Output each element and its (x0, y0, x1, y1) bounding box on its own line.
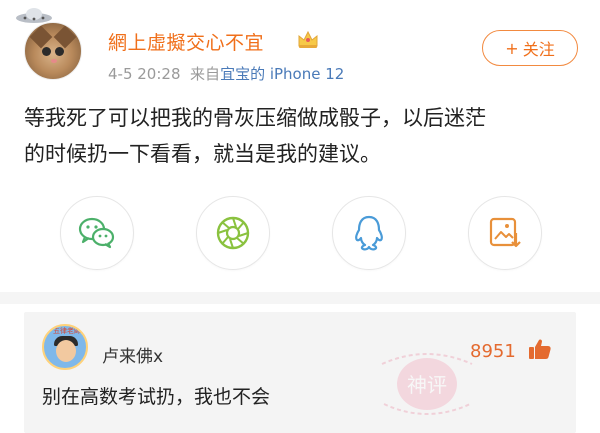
source-device[interactable]: 宜宝的 iPhone 12 (220, 65, 344, 83)
post-timestamp: 4-5 20:28 (108, 65, 181, 83)
plus-icon: + (505, 38, 519, 58)
post-text-line2: 的时候扔一下看看，就当是我的建议。 (24, 142, 381, 166)
like-count: 8951 (470, 341, 516, 362)
share-moments-button[interactable] (196, 196, 270, 270)
post-content: 等我死了可以把我的骨灰压缩做成骰子，以后迷茫 的时候扔一下看看，就当是我的建议。 (24, 100, 584, 172)
qq-icon (355, 215, 383, 251)
username[interactable]: 網上虛擬交心不宜 (108, 28, 264, 55)
comment-text: 别在高数考试扔，我也不会 (42, 386, 271, 408)
crown-badge-icon (298, 30, 318, 48)
section-divider (0, 292, 600, 304)
svg-text:神评: 神评 (407, 373, 447, 397)
share-qq-button[interactable] (332, 196, 406, 270)
save-image-button[interactable] (468, 196, 542, 270)
share-wechat-button[interactable] (60, 196, 134, 270)
thumbs-up-icon[interactable] (528, 337, 552, 361)
follow-label: 关注 (522, 40, 555, 59)
user-avatar[interactable] (24, 22, 82, 80)
hot-comment-card[interactable]: 五律老師 卢来佛x 神评 8951 别在高数考试扔，我也不会 (24, 312, 576, 433)
commenter-avatar[interactable]: 五律老師 (42, 324, 88, 370)
moments-icon (216, 216, 250, 250)
source-prefix: 来自 (190, 65, 221, 83)
avatar-badge: 五律老師 (53, 327, 81, 335)
post-meta: 4-5 20:28 来自宜宝的 iPhone 12 (108, 63, 344, 84)
hot-comment-stamp: 神评 (381, 353, 473, 415)
follow-button[interactable]: + 关注 (482, 30, 578, 66)
save-image-icon (489, 217, 521, 248)
wechat-icon (78, 217, 115, 249)
commenter-name[interactable]: 卢来佛x (102, 342, 163, 367)
post-text-line1: 等我死了可以把我的骨灰压缩做成骰子，以后迷茫 (24, 106, 486, 130)
weibo-post: 網上虛擬交心不宜 4-5 20:28 来自宜宝的 iPhone 12 + 关注 … (0, 0, 600, 292)
share-row (0, 196, 600, 276)
